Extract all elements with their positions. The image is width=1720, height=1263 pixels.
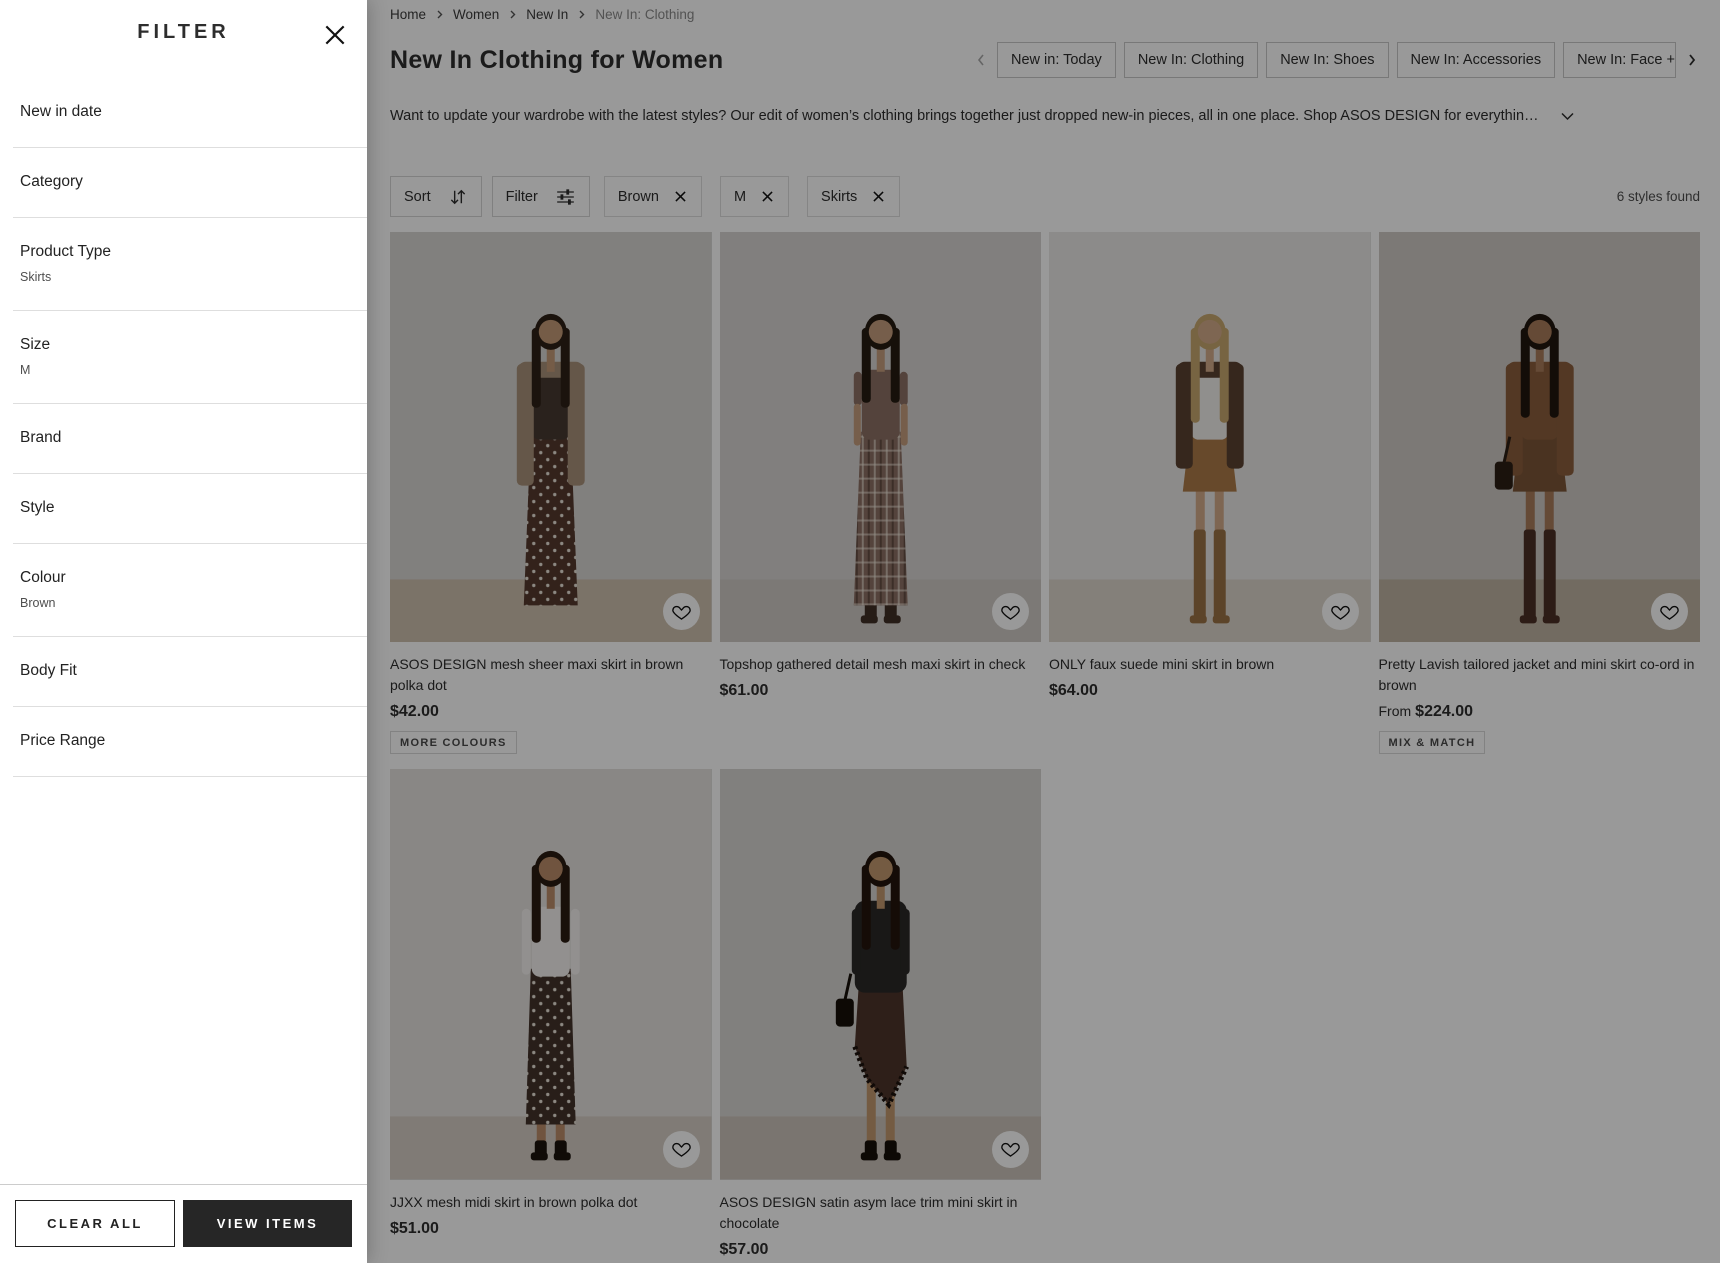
filter-section-selected-value: Brown [20,596,367,610]
filter-title: FILTER [137,21,230,44]
filter-section-colour[interactable]: Colour Brown [13,544,367,637]
clear-all-button[interactable]: CLEAR ALL [15,1200,175,1247]
filter-section-label: Brand [20,429,367,447]
filter-section-label: Colour [20,569,367,587]
close-icon [322,22,348,48]
view-items-button[interactable]: VIEW ITEMS [183,1200,352,1247]
filter-section-category[interactable]: Category [13,148,367,218]
filter-section-label: Style [20,499,367,517]
filter-panel: FILTER New in date Category Product Type… [0,0,367,1263]
filter-section-label: Category [20,173,367,191]
close-filter-button[interactable] [319,19,351,51]
filter-section-label: Size [20,336,367,354]
filter-section-selected-value: Skirts [20,270,367,284]
filter-section-body-fit[interactable]: Body Fit [13,637,367,707]
filter-section-label: Body Fit [20,662,367,680]
filter-section-size[interactable]: Size M [13,311,367,404]
filter-section-label: Product Type [20,243,367,261]
filter-section-new-in-date[interactable]: New in date [13,78,367,148]
dim-overlay[interactable] [367,0,1720,1263]
filter-section-product-type[interactable]: Product Type Skirts [13,218,367,311]
product-listing-page: Home Women New In New In: Clothing New I… [367,0,1720,1263]
filter-panel-footer: CLEAR ALL VIEW ITEMS [0,1184,367,1263]
filter-section-brand[interactable]: Brand [13,404,367,474]
filter-section-selected-value: M [20,363,367,377]
filter-section-style[interactable]: Style [13,474,367,544]
filter-section-label: Price Range [20,732,367,750]
filter-section-label: New in date [20,103,367,121]
filter-section-price-range[interactable]: Price Range [13,707,367,777]
filter-section-list: New in date Category Product Type Skirts… [0,64,367,1184]
filter-panel-header: FILTER [0,0,367,64]
